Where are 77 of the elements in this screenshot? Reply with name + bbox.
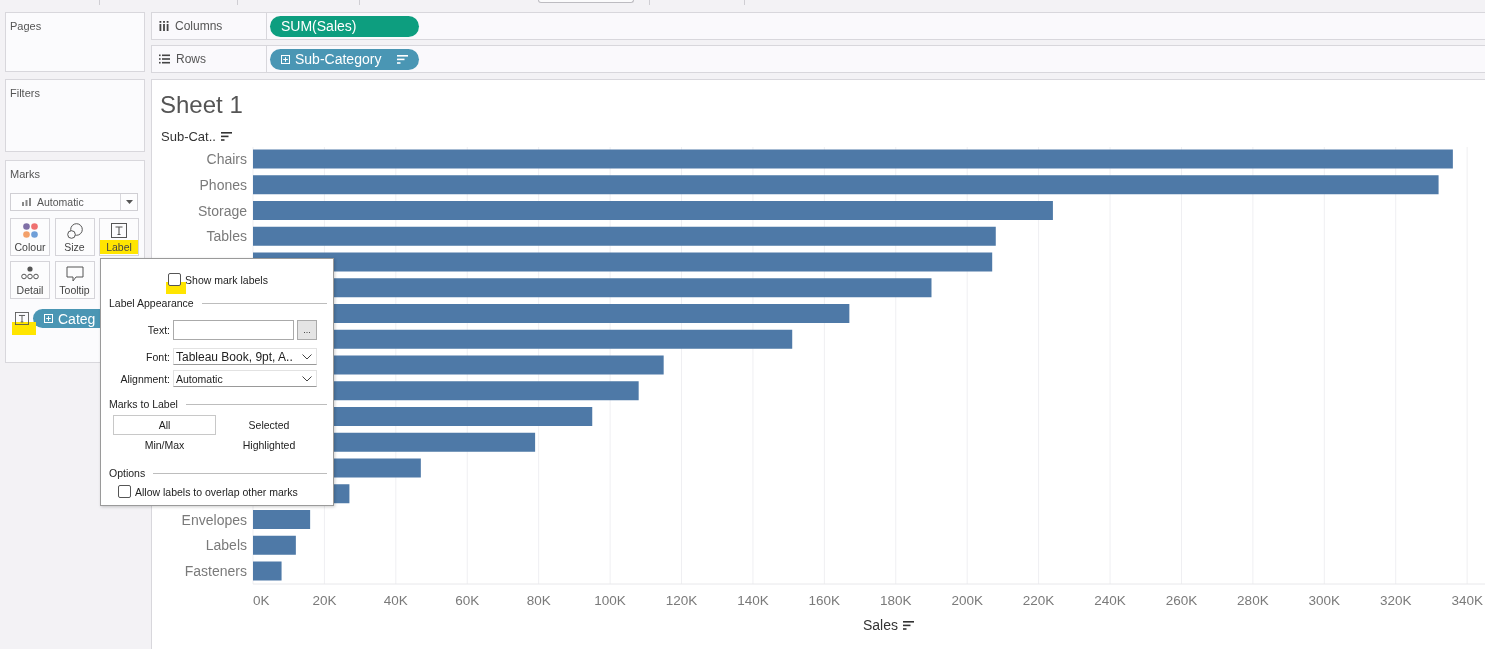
panel-title: Marks bbox=[10, 168, 40, 181]
category-label: Tables bbox=[206, 228, 247, 245]
caret-icon bbox=[125, 200, 133, 204]
bar-chart-icon bbox=[22, 198, 31, 206]
tick-label: 180K bbox=[880, 592, 912, 608]
checkbox-label: Show mark labels bbox=[185, 273, 268, 286]
option-button[interactable]: All bbox=[113, 415, 216, 435]
option-button[interactable]: Highlighted bbox=[242, 439, 296, 451]
plus-box-icon bbox=[281, 54, 290, 64]
tick-label: 340K bbox=[1451, 592, 1483, 608]
tick-label: 240K bbox=[1094, 592, 1126, 608]
field-label: Alignment: bbox=[120, 372, 170, 385]
circles-icon bbox=[66, 223, 83, 239]
font-dropdown[interactable]: Tableau Book, 9pt, A.. bbox=[173, 348, 317, 365]
chevron-down-icon bbox=[302, 375, 312, 382]
shelf-label: Rows bbox=[176, 52, 206, 66]
list-icon bbox=[159, 54, 170, 64]
tick-label: 140K bbox=[737, 592, 769, 608]
tick-label: 0K bbox=[253, 592, 270, 608]
checkbox-label: Allow labels to overlap other marks bbox=[135, 485, 298, 498]
tick-label: 60K bbox=[455, 592, 480, 608]
axis-title: Sales bbox=[862, 617, 898, 633]
mark-card-button[interactable]: Tooltip bbox=[54, 261, 95, 299]
tick-label: 260K bbox=[1165, 592, 1198, 608]
speech-bubble-icon bbox=[65, 266, 84, 282]
tick-label: 40K bbox=[383, 592, 408, 608]
category-label: Storage bbox=[197, 202, 247, 219]
category-label: Envelopes bbox=[181, 511, 247, 528]
alignment-dropdown[interactable]: Automatic bbox=[173, 370, 317, 387]
tick-label: 20K bbox=[312, 592, 337, 608]
more-button[interactable]: ... bbox=[297, 320, 317, 340]
bar bbox=[253, 535, 296, 555]
mark-type-dropdown[interactable]: Automatic bbox=[10, 193, 138, 211]
option-button[interactable]: Selected bbox=[248, 419, 290, 431]
mark-card-button[interactable]: Colour bbox=[10, 218, 50, 256]
text-icon bbox=[15, 312, 29, 325]
text-icon bbox=[111, 223, 127, 238]
category-label: Fasteners bbox=[184, 563, 247, 579]
tick-label: 220K bbox=[1022, 592, 1055, 608]
sort-icon[interactable] bbox=[903, 621, 914, 630]
input-field[interactable] bbox=[538, 0, 634, 3]
section-title: Options bbox=[109, 467, 146, 479]
panel-title: Pages bbox=[10, 20, 42, 33]
sort-icon[interactable] bbox=[220, 131, 232, 141]
bar bbox=[253, 561, 282, 581]
tick-label: 120K bbox=[665, 592, 698, 608]
tick-label: 320K bbox=[1379, 592, 1412, 608]
row-header-label: Sub-Cat.. bbox=[161, 128, 216, 144]
tick-label: 280K bbox=[1237, 592, 1269, 608]
tick-label: 100K bbox=[594, 592, 626, 608]
detail-dots-icon bbox=[21, 266, 39, 280]
shelf-label: Columns bbox=[175, 19, 223, 33]
field-label: Font: bbox=[146, 350, 170, 363]
category-label: Phones bbox=[199, 176, 247, 193]
tick-label: 80K bbox=[526, 592, 551, 608]
category-label: Chairs bbox=[206, 151, 247, 167]
tick-label: 200K bbox=[951, 592, 983, 608]
section-title: Marks to Label bbox=[109, 398, 178, 410]
field-label: Text: bbox=[147, 324, 170, 336]
four-dots-icon bbox=[22, 223, 38, 238]
checkbox[interactable] bbox=[118, 485, 131, 498]
mark-card-button[interactable]: Label bbox=[99, 218, 139, 256]
bar bbox=[253, 510, 311, 529]
mark-card-button[interactable]: Detail bbox=[10, 261, 50, 299]
option-button[interactable]: Min/Max bbox=[144, 439, 185, 451]
columns-icon bbox=[159, 21, 169, 31]
category-label: Labels bbox=[205, 537, 247, 554]
panel-title: Filters bbox=[10, 87, 40, 100]
checkbox[interactable] bbox=[168, 273, 182, 286]
mark-card-button[interactable]: Size bbox=[54, 218, 95, 256]
text-field[interactable] bbox=[173, 320, 294, 340]
tick-label: 300K bbox=[1308, 592, 1341, 608]
plus-box-icon bbox=[44, 314, 53, 323]
tick-label: 160K bbox=[808, 592, 841, 608]
chevron-down-icon bbox=[302, 353, 312, 360]
sheet-title: Sheet 1 bbox=[160, 91, 243, 119]
section-title: Label Appearance bbox=[109, 297, 194, 309]
